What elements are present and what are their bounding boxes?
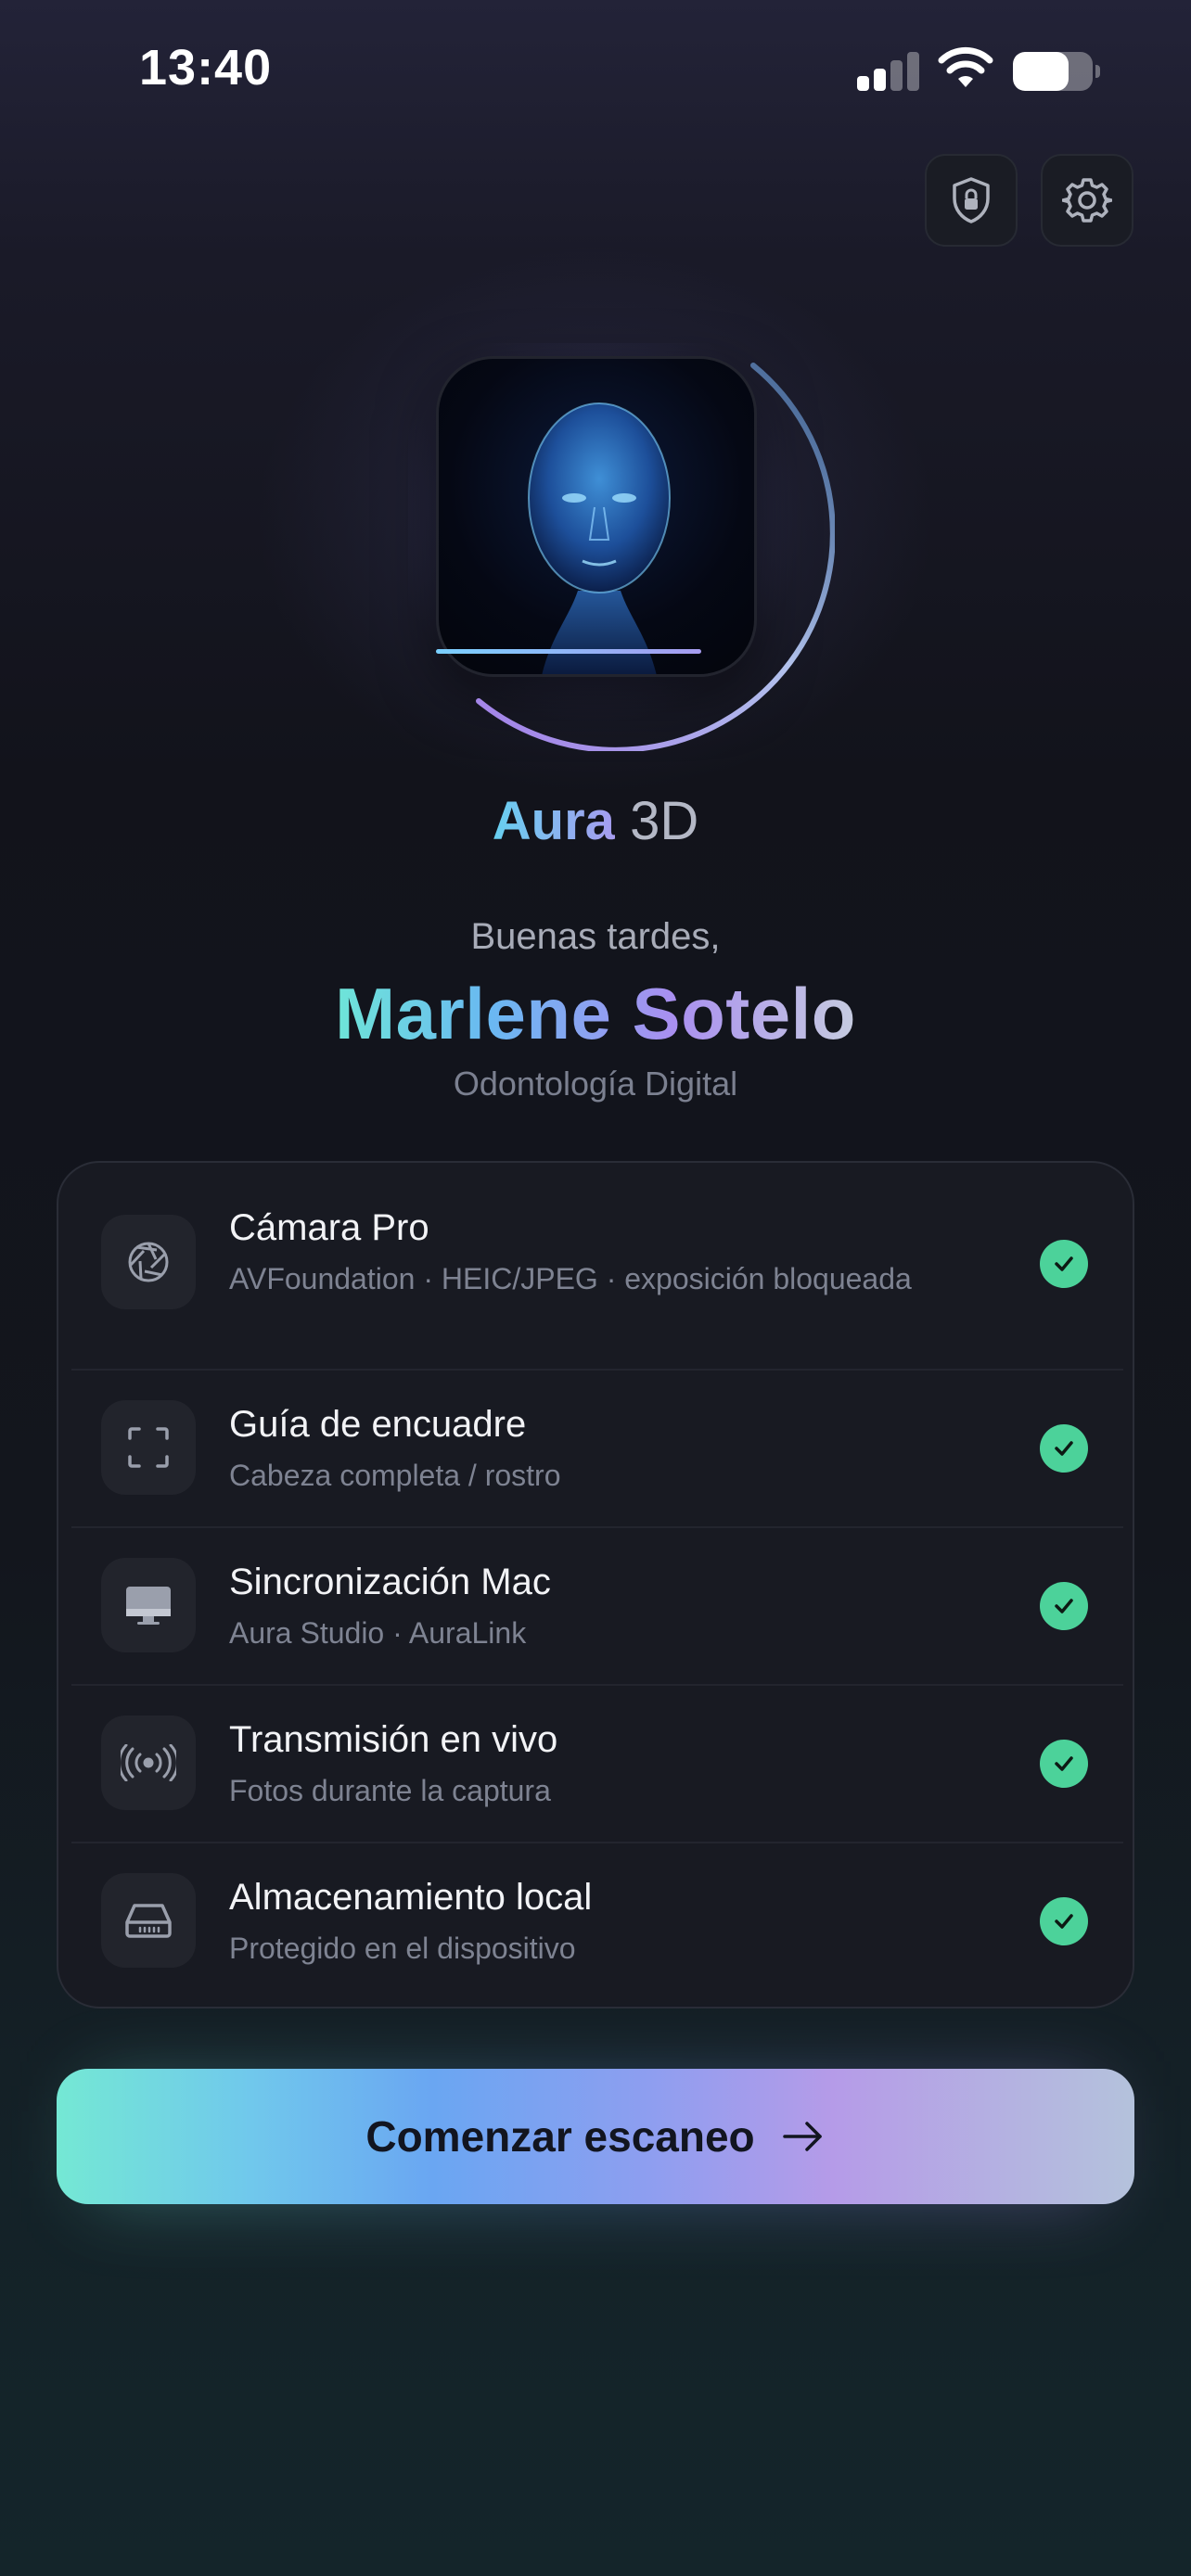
check-icon [1040,1582,1088,1630]
hero-logo [408,343,835,751]
feature-subtitle: Aura Studio · AuraLink [229,1616,527,1650]
start-scan-button[interactable]: Comenzar escaneo [57,2069,1134,2204]
arrow-right-icon [782,2122,822,2151]
privacy-button[interactable] [925,154,1018,247]
check-icon [1040,1740,1088,1788]
app-brand: Aura 3D [0,790,1191,852]
feature-title: Guía de encuadre [229,1404,527,1445]
feature-subtitle: Cabeza completa / rostro [229,1459,561,1492]
feature-subtitle: Protegido en el dispositivo [229,1932,576,1965]
user-specialty: Odontología Digital [453,1065,738,1103]
feature-row-storage: Almacenamiento local Protegido en el dis… [58,1843,1136,2009]
aperture-icon [101,1215,196,1309]
broadcast-icon [101,1715,196,1810]
brand-name: Aura [492,791,615,851]
frame-corners-icon [101,1400,196,1495]
drive-icon [101,1873,196,1968]
status-time: 13:40 [139,40,273,96]
feature-title: Sincronización Mac [229,1562,551,1602]
user-name: Marlene Sotelo [335,973,856,1054]
feature-row-mac-sync: Sincronización Mac Aura Studio · AuraLin… [58,1528,1136,1684]
features-card: Cámara Pro AVFoundation · HEIC/JPEG · ex… [57,1161,1134,2009]
shield-lock-icon [953,177,990,223]
feature-row-camera: Cámara Pro AVFoundation · HEIC/JPEG · ex… [58,1163,1136,1369]
start-scan-label: Comenzar escaneo [365,2112,755,2161]
check-icon [1040,1897,1088,1945]
feature-subtitle: Fotos durante la captura [229,1774,551,1807]
battery-icon [1013,52,1100,91]
check-icon [1040,1424,1088,1473]
desktop-icon [101,1558,196,1652]
check-icon [1040,1240,1088,1288]
gear-icon [1062,178,1112,223]
feature-subtitle: AVFoundation · HEIC/JPEG · exposición bl… [229,1262,912,1295]
greeting-text: Buenas tardes, [470,916,721,957]
wifi-icon [937,46,994,91]
progress-ring [476,363,835,751]
feature-row-live-stream: Transmisión en vivo Fotos durante la cap… [58,1686,1136,1842]
brand-suffix: 3D [630,791,699,851]
status-bar: 13:40 [0,0,1191,139]
feature-title: Cámara Pro [229,1207,429,1248]
feature-row-framing: Guía de encuadre Cabeza completa / rostr… [58,1371,1136,1526]
cellular-signal-icon [857,50,920,91]
settings-button[interactable] [1041,154,1133,247]
feature-title: Transmisión en vivo [229,1719,558,1760]
feature-title: Almacenamiento local [229,1877,593,1918]
